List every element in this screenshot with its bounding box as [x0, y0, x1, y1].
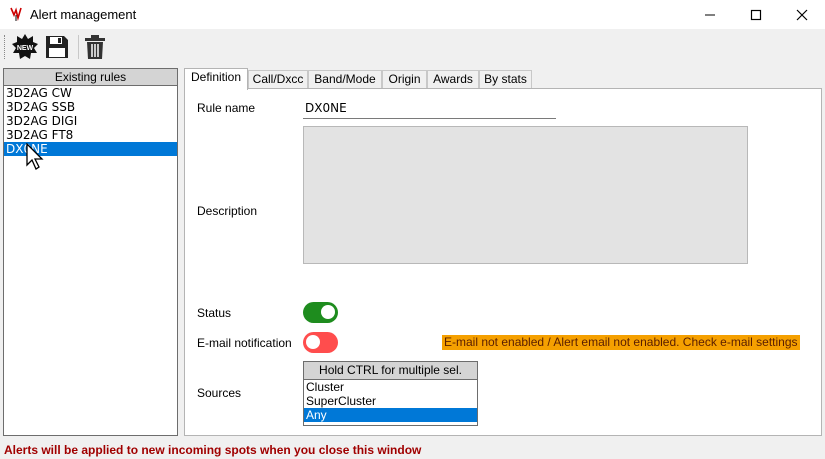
rule-item[interactable]: 3D2AG FT8 — [4, 128, 177, 142]
source-option[interactable]: Cluster — [304, 380, 477, 394]
toolbar: NEW — [0, 29, 825, 65]
minimize-icon — [705, 14, 715, 15]
close-icon — [796, 9, 808, 20]
close-button[interactable] — [779, 0, 825, 29]
new-starburst-icon: NEW — [12, 34, 38, 59]
tab-origin[interactable]: Origin — [382, 70, 427, 89]
toggle-knob — [306, 335, 320, 349]
rule-item-selected[interactable]: DX0NE — [4, 142, 177, 156]
existing-rules-panel: Existing rules 3D2AG CW 3D2AG SSB 3D2AG … — [3, 68, 178, 436]
rule-name-label: Rule name — [197, 101, 256, 115]
rule-name-input[interactable] — [303, 97, 556, 119]
wavy-antenna-icon — [8, 6, 24, 22]
definition-tab-page: Rule name Description Status E-mail noti… — [184, 88, 822, 436]
tab-definition[interactable]: Definition — [184, 68, 248, 90]
sources-listbox[interactable]: Hold CTRL for multiple sel. Cluster Supe… — [303, 361, 478, 426]
tab-call-dxcc[interactable]: Call/Dxcc — [248, 70, 308, 89]
rule-item[interactable]: 3D2AG CW — [4, 86, 177, 100]
sources-header: Hold CTRL for multiple sel. — [304, 362, 477, 380]
minimize-button[interactable] — [687, 0, 733, 29]
main-area: Existing rules 3D2AG CW 3D2AG SSB 3D2AG … — [0, 65, 825, 438]
email-notification-toggle[interactable] — [303, 332, 338, 353]
tab-awards[interactable]: Awards — [427, 70, 479, 89]
status-bar: Alerts will be applied to new incoming s… — [0, 438, 825, 459]
existing-rules-list[interactable]: 3D2AG CW 3D2AG SSB 3D2AG DIGI 3D2AG FT8 … — [4, 86, 177, 156]
rule-item[interactable]: 3D2AG SSB — [4, 100, 177, 114]
toolbar-grip[interactable] — [4, 35, 7, 59]
sources-label: Sources — [197, 386, 242, 400]
title-bar: Alert management — [0, 0, 825, 29]
tab-by-stats[interactable]: By stats — [479, 70, 532, 89]
status-message: Alerts will be applied to new incoming s… — [4, 443, 422, 457]
source-option[interactable]: SuperCluster — [304, 394, 477, 408]
status-label: Status — [197, 306, 232, 320]
trash-can-icon — [85, 35, 105, 59]
toggle-knob — [321, 305, 335, 319]
maximize-button[interactable] — [733, 0, 779, 29]
toolbar-separator — [78, 35, 79, 59]
save-button[interactable] — [42, 32, 72, 62]
delete-button[interactable] — [80, 32, 110, 62]
new-label: NEW — [17, 45, 34, 52]
description-label: Description — [197, 204, 258, 218]
tab-band-mode[interactable]: Band/Mode — [308, 70, 382, 89]
description-textarea[interactable] — [303, 126, 748, 264]
window-title: Alert management — [30, 7, 137, 22]
sources-list[interactable]: Cluster SuperCluster Any — [304, 380, 477, 422]
floppy-disk-icon — [46, 36, 68, 58]
email-warning-banner: E-mail not enabled / Alert email not ena… — [442, 335, 800, 350]
maximize-icon — [750, 9, 762, 20]
rule-item[interactable]: 3D2AG DIGI — [4, 114, 177, 128]
existing-rules-header: Existing rules — [4, 69, 177, 86]
email-notification-label: E-mail notification — [197, 336, 292, 350]
status-toggle[interactable] — [303, 302, 338, 323]
source-option-selected[interactable]: Any — [304, 408, 477, 422]
new-rule-button[interactable]: NEW — [10, 32, 40, 62]
